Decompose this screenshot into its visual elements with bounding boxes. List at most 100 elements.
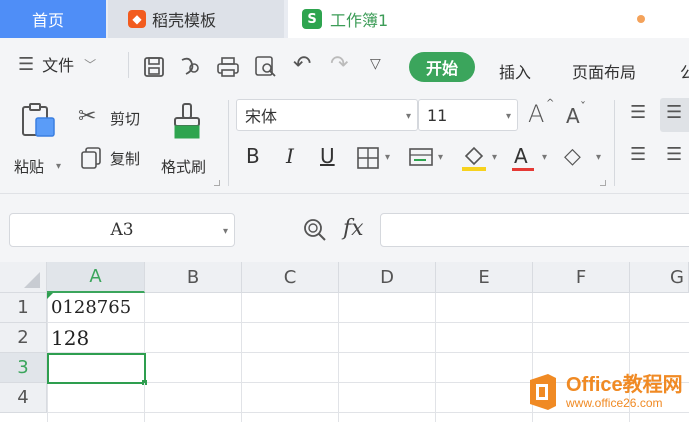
- font-color-icon: A: [514, 144, 528, 168]
- tab-workbook-label: 工作簿1: [330, 11, 389, 30]
- border-button[interactable]: ▾: [356, 146, 396, 172]
- border-icon: [357, 147, 379, 169]
- align-middle-button[interactable]: ☰: [660, 98, 689, 132]
- paste-label: 粘贴: [14, 158, 45, 176]
- file-menu-label: 文件: [42, 56, 75, 75]
- formula-input[interactable]: [380, 213, 689, 247]
- paste-button[interactable]: 粘贴 ▾: [12, 98, 64, 182]
- insert-function-button[interactable]: fx: [343, 216, 364, 241]
- print-preview-icon[interactable]: [254, 55, 278, 79]
- select-all-button[interactable]: [0, 262, 47, 293]
- hamburger-icon: ☰: [18, 53, 35, 75]
- italic-button[interactable]: I: [286, 144, 294, 168]
- caret-down-icon: ▾: [385, 152, 391, 163]
- column-header-c[interactable]: C: [242, 262, 339, 293]
- align-center-icon[interactable]: ☰: [666, 144, 682, 165]
- conditional-format-button[interactable]: ▾: [408, 146, 448, 172]
- cut-button[interactable]: ✂ 剪切: [78, 104, 150, 132]
- undo-icon[interactable]: ↶: [293, 52, 311, 77]
- tab-start[interactable]: 开始: [409, 52, 475, 82]
- redo-icon[interactable]: ↷: [330, 52, 348, 77]
- divider: [614, 100, 615, 186]
- caret-down-icon: ▾: [542, 152, 548, 163]
- font-color-button[interactable]: A ▾: [512, 144, 552, 174]
- align-left-icon[interactable]: ☰: [630, 144, 646, 165]
- font-name-select[interactable]: 宋体 ▾: [236, 99, 418, 131]
- tab-insert[interactable]: 插入: [499, 59, 531, 83]
- chevron-down-icon: ﹀: [84, 57, 97, 72]
- tab-bar: 首页 ◆ 稻壳模板 S 工作簿1: [0, 0, 689, 38]
- cell-a2[interactable]: 128: [47, 323, 145, 353]
- watermark-title: Office教程网: [566, 374, 683, 396]
- caret-down-icon: ▾: [438, 152, 444, 163]
- tab-home-label: 首页: [32, 11, 65, 30]
- format-painter-button[interactable]: 格式刷: [158, 98, 220, 182]
- row-header-2[interactable]: 2: [0, 323, 47, 353]
- column-header-f[interactable]: F: [533, 262, 630, 293]
- font-grow-button[interactable]: A ^: [528, 98, 556, 130]
- copy-icon: [81, 147, 101, 169]
- font-grow-icon: A: [528, 100, 545, 128]
- divider: [228, 100, 229, 186]
- font-group-launcher-icon[interactable]: [600, 180, 606, 186]
- cut-label: 剪切: [110, 110, 141, 128]
- zoom-function-icon[interactable]: [302, 217, 328, 243]
- tab-page-layout[interactable]: 页面布局: [572, 59, 636, 83]
- format-painter-label: 格式刷: [161, 158, 207, 176]
- caret-down-icon: ▾: [596, 152, 602, 163]
- font-size-select[interactable]: 11 ▾: [418, 99, 518, 131]
- save-icon[interactable]: [143, 56, 165, 78]
- font-shrink-button[interactable]: A ˇ: [566, 100, 592, 130]
- formula-bar: A3 ▾ fx: [0, 194, 689, 262]
- file-menu[interactable]: ☰ 文件 ﹀: [18, 52, 96, 76]
- cell-a4[interactable]: [47, 383, 145, 413]
- menu-bar: ☰ 文件 ﹀ ↶ ↷ ▽ 开始 插入 页面布局 公: [0, 38, 689, 90]
- ribbon-toolbar: 粘贴 ▾ ✂ 剪切 复制 格式刷 宋体 ▾ 11 ▾ A ^ A ˇ ☰ ☰ ☰…: [0, 90, 689, 194]
- column-header-e[interactable]: E: [436, 262, 533, 293]
- cell-a1[interactable]: 0128765: [47, 293, 145, 323]
- tab-docer-templates[interactable]: ◆ 稻壳模板: [108, 0, 284, 38]
- fill-color-button[interactable]: ▾: [460, 144, 502, 174]
- underline-button[interactable]: U: [320, 144, 335, 168]
- row-header-4[interactable]: 4: [0, 383, 47, 413]
- tab-workbook[interactable]: S 工作簿1: [288, 0, 689, 38]
- divider: [128, 52, 129, 78]
- column-header-d[interactable]: D: [339, 262, 436, 293]
- office-logo-icon: [530, 374, 556, 410]
- caret-down-icon: ▾: [492, 152, 498, 163]
- font-shrink-caret-icon: ˇ: [580, 100, 586, 114]
- copy-button[interactable]: 复制: [80, 144, 152, 172]
- align-middle-icon: ☰: [666, 102, 683, 123]
- clipboard-icon: [22, 103, 55, 137]
- bold-button[interactable]: B: [246, 144, 260, 168]
- caret-down-icon: ▾: [405, 111, 411, 122]
- clear-format-button[interactable]: ◇ ▾: [564, 144, 606, 174]
- row-header-1[interactable]: 1: [0, 293, 47, 323]
- customize-toolbar-icon[interactable]: ▽: [370, 56, 381, 72]
- tab-formulas[interactable]: 公: [680, 59, 689, 83]
- eraser-icon: ◇: [564, 144, 581, 169]
- column-header-g[interactable]: G: [630, 262, 689, 293]
- font-grow-caret-icon: ^: [546, 98, 555, 109]
- spreadsheet-logo-icon: S: [302, 9, 322, 29]
- unsaved-dot-icon: [637, 15, 645, 23]
- column-header-b[interactable]: B: [145, 262, 242, 293]
- name-box[interactable]: A3 ▾: [9, 213, 235, 247]
- watermark: Office教程网 www.office26.com: [526, 372, 683, 412]
- copy-label: 复制: [110, 150, 141, 168]
- tab-home[interactable]: 首页: [0, 0, 106, 38]
- row-header-3[interactable]: 3: [0, 353, 47, 383]
- tab-docer-label: 稻壳模板: [152, 11, 217, 30]
- font-size-value: 11: [427, 105, 448, 125]
- cell-a3-selected[interactable]: [47, 353, 146, 384]
- caret-down-icon: ▾: [505, 111, 511, 122]
- print-icon[interactable]: [216, 56, 240, 78]
- export-icon[interactable]: [178, 56, 202, 78]
- name-box-value: A3: [110, 220, 134, 240]
- clipboard-group-launcher-icon[interactable]: [214, 180, 220, 186]
- watermark-url: www.office26.com: [566, 396, 663, 410]
- cell-style-icon: [409, 148, 433, 166]
- font-shrink-icon: A: [566, 104, 580, 128]
- align-top-icon[interactable]: ☰: [630, 102, 646, 123]
- column-header-a[interactable]: A: [47, 262, 145, 293]
